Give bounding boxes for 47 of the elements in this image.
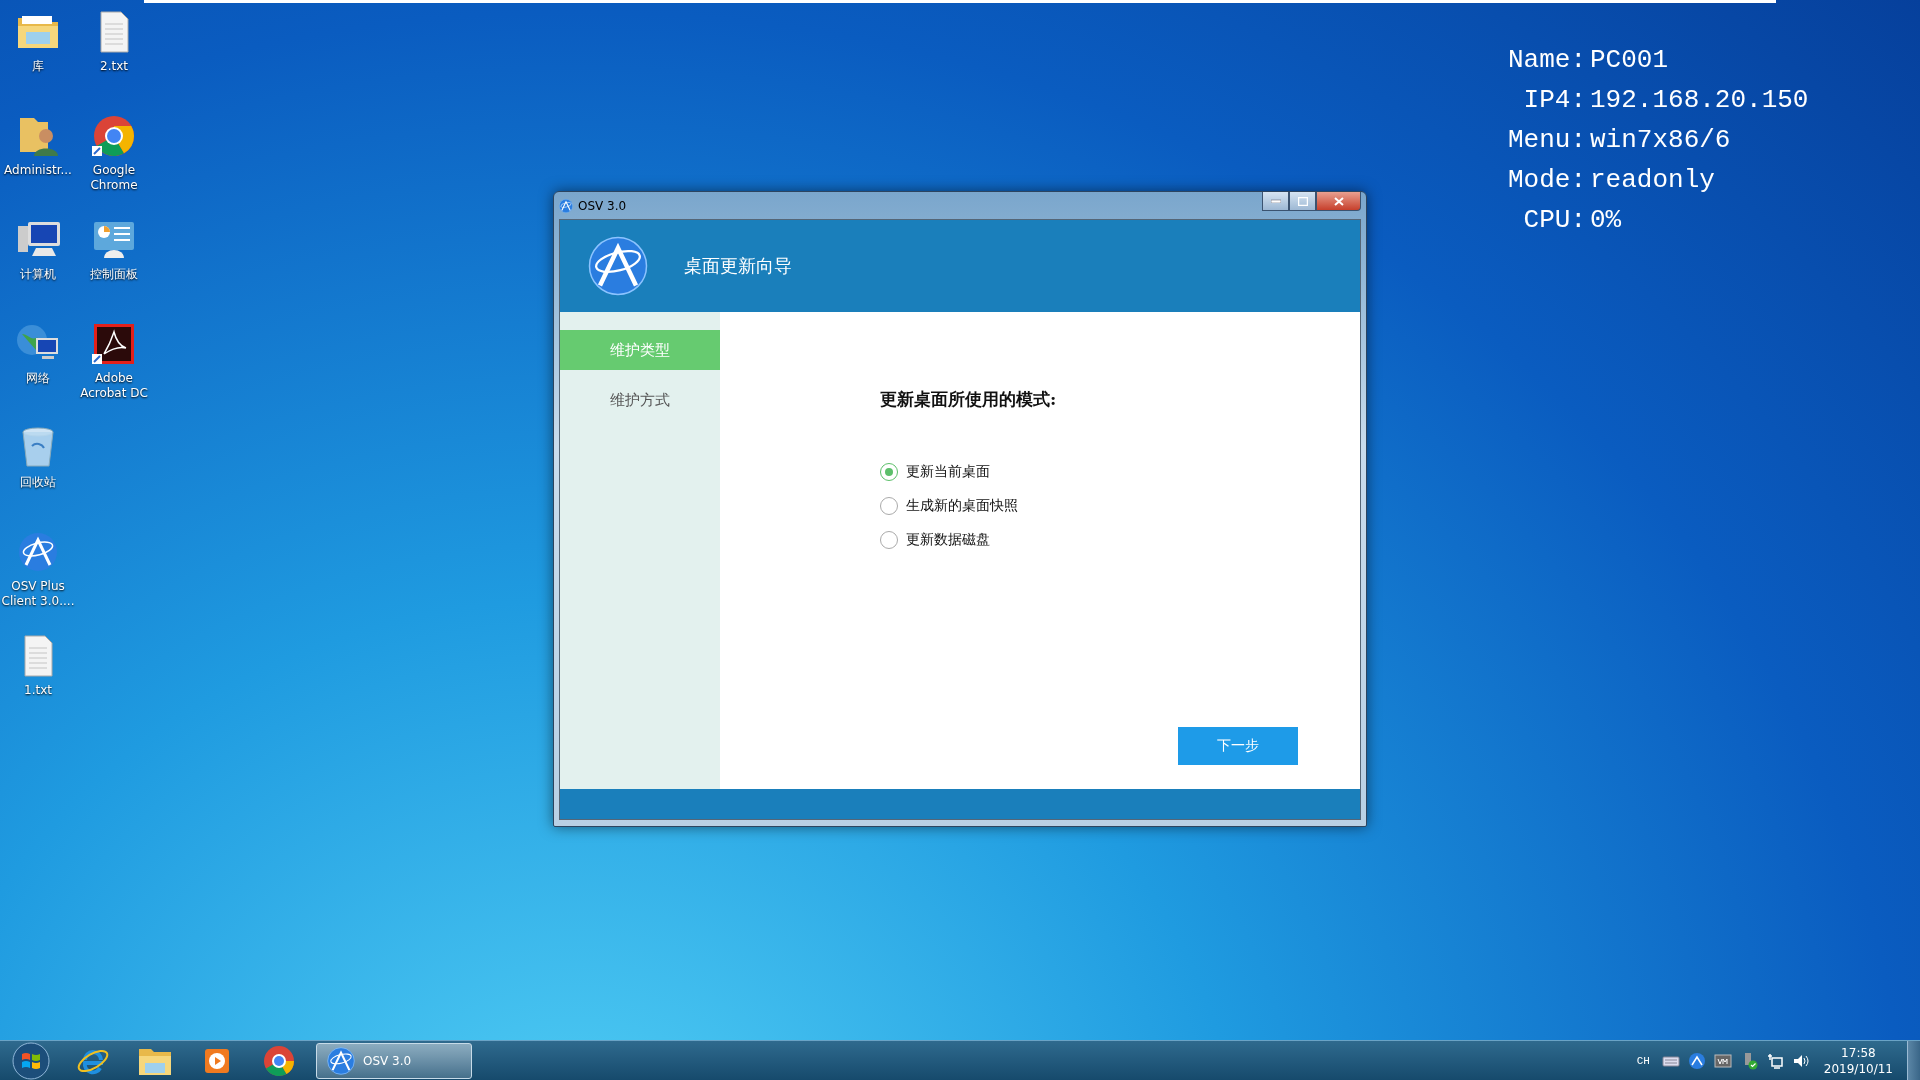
- minimize-icon: [1270, 199, 1281, 203]
- a-logo-icon[interactable]: [1687, 1051, 1706, 1070]
- desktop-icon-label: 2.txt: [99, 59, 129, 74]
- info-label: Mode:: [1508, 164, 1586, 196]
- radio-label[interactable]: 生成新的桌面快照: [906, 497, 1018, 515]
- maximize-button[interactable]: [1289, 192, 1316, 211]
- radio-button[interactable]: [880, 531, 898, 549]
- desktop-icon-label: Google Chrome: [89, 163, 139, 193]
- desktop-icon-label: 1.txt: [23, 683, 53, 698]
- desktop-icon-label: 计算机: [19, 267, 57, 282]
- desktop-icon-label: Adobe Acrobat DC: [79, 371, 149, 401]
- desktop-icon-label: 回收站: [19, 475, 57, 490]
- info-value: readonly: [1590, 164, 1716, 196]
- start-button[interactable]: [11, 1040, 51, 1080]
- info-label: CPU:: [1522, 204, 1586, 236]
- radio-label[interactable]: 更新数据磁盘: [906, 531, 990, 549]
- step-item[interactable]: 维护方式: [560, 380, 720, 420]
- desktop-icon-label: 库: [31, 59, 45, 74]
- prompt-heading: 更新桌面所使用的模式:: [880, 388, 1058, 411]
- radio-button[interactable]: [880, 497, 898, 515]
- desktop-icon-label: Administr...: [3, 163, 73, 178]
- info-value: win7x86/6: [1590, 124, 1732, 156]
- wizard-title: 桌面更新向导: [684, 254, 792, 278]
- info-label: IP4:: [1522, 84, 1586, 116]
- info-value: 0%: [1590, 204, 1623, 236]
- app-logo-icon: [327, 1046, 355, 1075]
- maximize-icon: [1297, 196, 1308, 206]
- radio-label[interactable]: 更新当前桌面: [906, 463, 990, 481]
- minimize-button[interactable]: [1262, 192, 1289, 211]
- language-indicator[interactable]: CH: [1636, 1054, 1650, 1067]
- show-desktop-button[interactable]: [1907, 1040, 1920, 1080]
- desktop-icon-label: OSV Plus Client 3.0....: [0, 579, 76, 609]
- vm-icon[interactable]: [1713, 1051, 1732, 1070]
- clock[interactable]: 17:58 2019/10/11: [1823, 1044, 1893, 1077]
- radio-button[interactable]: [880, 463, 898, 481]
- app-logo-icon: [559, 198, 573, 213]
- desktop-icon-label: 网络: [25, 371, 51, 386]
- info-label: Menu:: [1508, 124, 1586, 156]
- info-label: Name:: [1508, 44, 1586, 76]
- info-value: PC001: [1590, 44, 1670, 76]
- close-button[interactable]: [1316, 192, 1361, 211]
- window-title: OSV 3.0: [578, 198, 627, 213]
- desktop-icon-label: 控制面板: [89, 267, 139, 282]
- close-icon: [1333, 196, 1344, 206]
- network-icon[interactable]: [1765, 1051, 1784, 1070]
- app-logo-icon: [588, 236, 648, 296]
- info-value: 192.168.20.150: [1590, 84, 1809, 116]
